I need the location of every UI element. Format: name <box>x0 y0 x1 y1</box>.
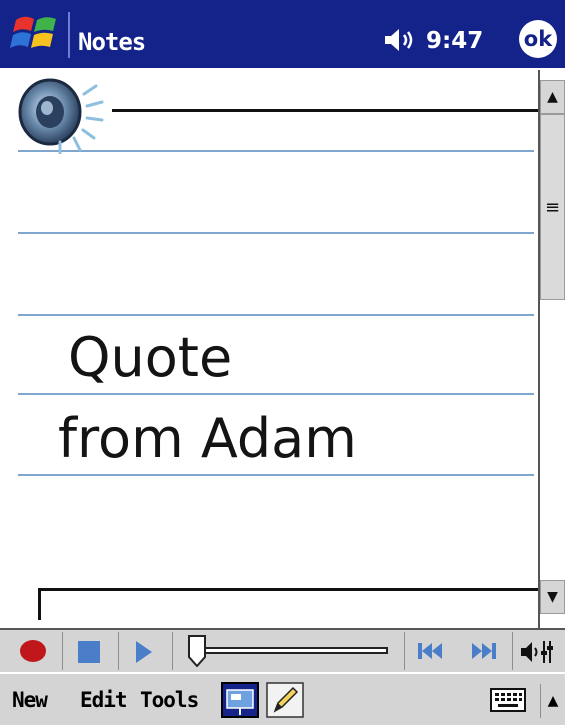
menu-edit[interactable]: Edit <box>80 688 128 712</box>
title-bar: Notes 9:47 ok <box>0 0 565 68</box>
windows-start-icon[interactable] <box>10 10 62 56</box>
scroll-thumb[interactable]: ≡ <box>540 114 565 300</box>
menu-tools[interactable]: Tools <box>140 688 199 712</box>
keyboard-icon[interactable] <box>490 688 526 712</box>
toolbar-divider <box>62 632 63 670</box>
ink-line-2: from Adam <box>58 407 357 470</box>
title-separator <box>68 12 70 58</box>
scroll-up-arrow-icon[interactable]: ▲ <box>540 80 565 114</box>
ruled-line <box>18 314 534 316</box>
recording-toolbar-toggle-icon[interactable] <box>221 682 259 718</box>
vertical-scrollbar[interactable]: ▲ ≡ ▼ <box>538 70 565 628</box>
ruled-line <box>18 232 534 234</box>
ink-line-1: Quote <box>68 326 233 389</box>
record-connector-line-vertical <box>38 588 41 620</box>
pen-icon[interactable] <box>266 682 304 718</box>
input-panel-arrow-icon[interactable]: ▲ <box>540 684 565 718</box>
play-button[interactable] <box>136 641 152 663</box>
ruled-line <box>18 393 534 395</box>
voice-recording-speaker-icon[interactable] <box>14 76 106 154</box>
toolbar-divider <box>172 632 173 670</box>
toolbar-divider <box>118 632 119 670</box>
note-writing-area[interactable]: Quote from Adam <box>0 70 538 628</box>
record-button[interactable] <box>20 640 46 662</box>
voice-note-link-line <box>112 109 538 112</box>
menu-bar: New Edit Tools ▲ <box>0 672 565 725</box>
menu-new[interactable]: New <box>12 688 48 712</box>
record-connector-line <box>38 588 538 591</box>
recording-toolbar <box>0 628 565 672</box>
scroll-down-arrow-icon[interactable]: ▼ <box>540 580 565 614</box>
volume-slider-icon[interactable] <box>520 639 554 665</box>
app-title: Notes <box>78 28 146 56</box>
clock[interactable]: 9:47 <box>426 28 483 54</box>
slider-thumb[interactable] <box>188 635 206 667</box>
speaker-volume-icon[interactable] <box>383 26 417 54</box>
ok-button[interactable]: ok <box>519 20 557 58</box>
stop-button[interactable] <box>78 641 100 663</box>
toolbar-divider <box>512 632 513 670</box>
skip-forward-icon[interactable] <box>470 641 498 661</box>
playback-position-slider[interactable] <box>200 647 388 654</box>
ruled-line <box>18 474 534 476</box>
skip-back-icon[interactable] <box>416 641 444 661</box>
toolbar-divider <box>404 632 405 670</box>
